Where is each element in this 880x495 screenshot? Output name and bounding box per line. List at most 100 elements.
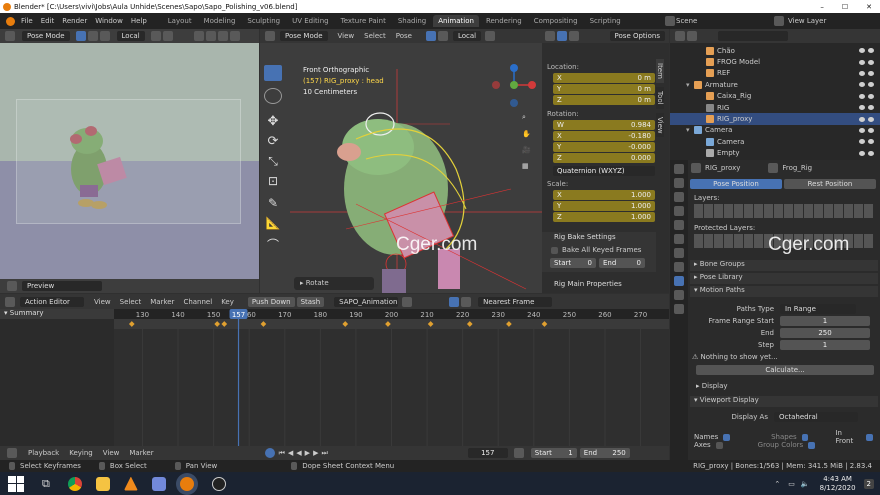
tab-tool[interactable]: Tool [656, 86, 664, 109]
view-layer-props-icon[interactable] [674, 206, 684, 216]
view-layer-name[interactable]: View Layer [788, 17, 826, 25]
action-editor-dropdown[interactable]: Action Editor [20, 296, 84, 307]
location-y-field[interactable]: Y 0 m [553, 84, 655, 94]
menu-window[interactable]: Window [95, 17, 123, 25]
visibility-toggles[interactable] [859, 105, 880, 111]
visibility-toggles[interactable] [859, 48, 880, 54]
layers-grid[interactable] [694, 204, 874, 218]
calculate-button[interactable]: Calculate... [696, 365, 874, 375]
menu-render[interactable]: Render [62, 17, 87, 25]
visibility-toggles[interactable] [859, 93, 880, 99]
world-props-icon[interactable] [674, 234, 684, 244]
tray-chevron-icon[interactable]: ⌃ [774, 480, 780, 488]
workspace-tab-rendering[interactable]: Rendering [481, 15, 527, 27]
rotation-mode-dropdown[interactable]: Quaternion (WXYZ) [553, 166, 655, 176]
visibility-toggles[interactable] [859, 116, 880, 122]
discord-icon[interactable] [151, 476, 166, 491]
eye-icon[interactable] [859, 93, 865, 99]
dope-menu-key[interactable]: Key [221, 298, 234, 306]
camera-render-icon[interactable] [868, 59, 874, 65]
workspace-tab-scripting[interactable]: Scripting [585, 15, 626, 27]
axes-checkbox[interactable] [715, 441, 723, 449]
current-frame-field[interactable]: 157 [467, 448, 508, 458]
vlc-icon[interactable] [123, 476, 138, 491]
expand-toggle-icon[interactable]: ▾ [686, 81, 694, 89]
menu-file[interactable]: File [21, 17, 33, 25]
play-reverse-icon[interactable]: ◀ [296, 449, 301, 457]
network-icon[interactable]: ▭ [788, 480, 795, 488]
group-colors-checkbox[interactable] [808, 441, 816, 449]
stash-button[interactable]: Stash [296, 296, 325, 307]
display-as-dropdown[interactable]: Octahedral [774, 412, 858, 422]
select-box-icon[interactable] [75, 31, 86, 41]
output-props-icon[interactable] [674, 192, 684, 202]
motion-paths-panel[interactable]: ▾ Motion Paths [690, 286, 878, 297]
outliner-row[interactable]: Camera [670, 136, 880, 147]
scale-z-field[interactable]: Z 1.000 [553, 212, 655, 222]
eye-icon[interactable] [859, 127, 865, 133]
editor-type-icon[interactable] [5, 31, 15, 41]
camera-render-icon[interactable] [868, 48, 874, 54]
prev-key-icon[interactable]: ◀ [288, 449, 293, 457]
eye-icon[interactable] [859, 105, 865, 111]
visibility-icon[interactable] [193, 31, 204, 41]
outliner-editor-icon[interactable] [675, 31, 685, 41]
eye-icon[interactable] [859, 82, 865, 88]
only-selected-icon[interactable] [449, 296, 460, 307]
summary-row[interactable]: ▾ Summary [0, 309, 114, 319]
camera-render-icon[interactable] [868, 116, 874, 122]
visibility-toggles[interactable] [859, 70, 880, 76]
end-field[interactable]: End 250 [579, 448, 630, 458]
jump-end-icon[interactable]: ⏭ [321, 449, 327, 458]
rest-position-button[interactable]: Rest Position [784, 178, 876, 189]
camera-render-icon[interactable] [868, 70, 874, 76]
workspace-tab-shading[interactable]: Shading [393, 15, 431, 27]
maximize-icon[interactable]: ☐ [842, 3, 848, 11]
scene-props-icon[interactable] [674, 220, 684, 230]
preview-range-icon[interactable] [513, 448, 524, 458]
outliner-row[interactable]: RIG [670, 102, 880, 113]
filter-icon[interactable] [687, 31, 697, 41]
workspace-tab-layout[interactable]: Layout [163, 15, 197, 27]
visibility-toggles[interactable] [859, 139, 880, 145]
dope-menu-select[interactable]: Select [120, 298, 142, 306]
workspace-tab-animation[interactable]: Animation [433, 15, 479, 27]
visibility-toggles[interactable] [859, 127, 880, 133]
expand-toggle-icon[interactable]: ▾ [686, 126, 694, 134]
workspace-tab-uv-editing[interactable]: UV Editing [287, 15, 334, 27]
timeline-editor-icon[interactable] [7, 448, 17, 458]
jump-start-icon[interactable]: ⏮ [279, 449, 285, 458]
frame-end-field[interactable]: 250 [780, 328, 870, 338]
properties-object-name[interactable]: RIG_proxy [705, 164, 740, 172]
shading-wire-icon[interactable] [217, 31, 228, 41]
tab-view[interactable]: View [656, 112, 664, 138]
filter-icon[interactable] [461, 296, 472, 307]
rotation-w-field[interactable]: W 0.984 [553, 120, 655, 130]
menu-help[interactable]: Help [131, 17, 147, 25]
camera-render-icon[interactable] [868, 93, 874, 99]
playback-menu-keying[interactable]: Keying [69, 449, 93, 457]
scene-name[interactable]: Scene [676, 17, 697, 25]
workspace-tab-texture-paint[interactable]: Texture Paint [336, 15, 391, 27]
tool-props-icon[interactable] [674, 164, 684, 174]
workspace-tab-sculpting[interactable]: Sculpting [242, 15, 285, 27]
menu-edit[interactable]: Edit [41, 17, 55, 25]
outliner-row[interactable]: ▾ Armature [670, 79, 880, 90]
eye-icon[interactable] [859, 116, 865, 122]
shading-solid-icon[interactable] [229, 31, 240, 41]
constraint-props-icon[interactable] [674, 304, 684, 314]
playback-menu-playback[interactable]: Playback [28, 449, 59, 457]
outliner-row[interactable]: RIG_proxy [670, 113, 880, 125]
task-view-icon[interactable]: ⧉ [42, 477, 50, 491]
playback-menu-view[interactable]: View [103, 449, 120, 457]
pivot-icon[interactable] [99, 31, 110, 41]
rig-main-properties[interactable]: Rig Main Properties [554, 280, 622, 288]
viewport-display-panel[interactable]: ▾ Viewport Display [690, 396, 878, 407]
blender-taskbar-icon[interactable] [179, 476, 194, 491]
outliner-row[interactable]: Empty [670, 148, 880, 159]
obs-icon[interactable] [211, 476, 226, 491]
rotate-operator-panel[interactable]: ▸ Rotate [294, 277, 374, 290]
object-props-icon[interactable] [674, 248, 684, 258]
dope-menu-channel[interactable]: Channel [183, 298, 212, 306]
outliner-row[interactable]: Caixa_Rig [670, 91, 880, 102]
